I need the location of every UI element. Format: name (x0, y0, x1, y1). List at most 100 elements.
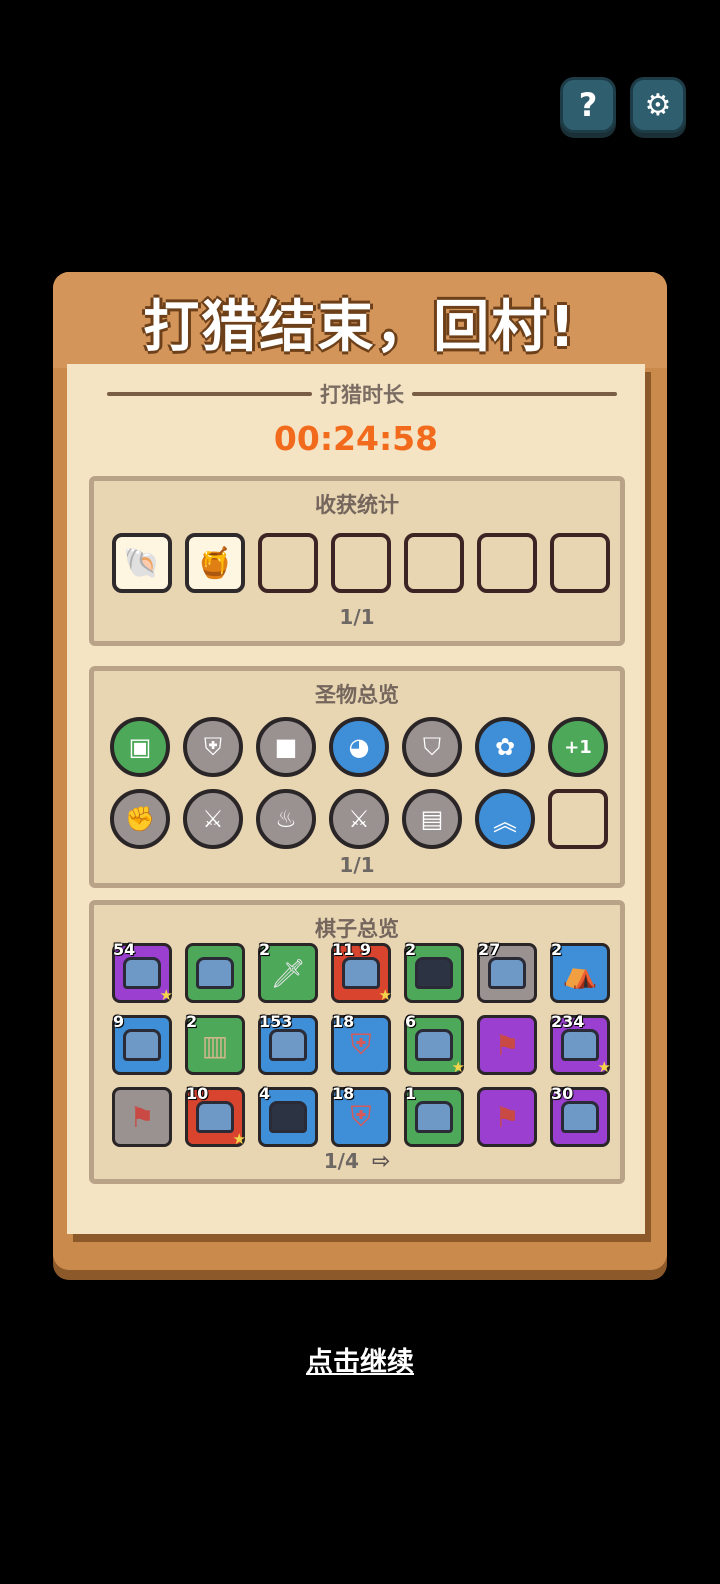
star-icon: ★ (451, 1058, 465, 1076)
unit-icon (196, 1101, 234, 1133)
harvest-slot (404, 533, 464, 593)
ghost-relic-icon[interactable]: ◕ (329, 717, 389, 777)
chess-piece-card[interactable]: 234 ★ (550, 1012, 611, 1076)
divider-left (107, 392, 312, 396)
chess-piece-card[interactable]: 2 (404, 940, 464, 1003)
chevron-up-relic-icon[interactable]: ︽ (475, 789, 535, 849)
chess-piece-card[interactable]: 54 ★ (112, 940, 173, 1004)
chess-piece-card[interactable]: 153 (258, 1012, 318, 1075)
flame-relic-icon[interactable]: ♨ (256, 789, 316, 849)
ninja-unit-icon (269, 1101, 307, 1133)
pieces-pager: 1/4 ⇨ (94, 1149, 620, 1174)
hunt-duration-label: 打猎时长 (320, 383, 404, 407)
star-icon: ★ (159, 986, 173, 1004)
chess-piece-card[interactable]: ⚑ (477, 1087, 537, 1147)
piece-count-badge: 2 (551, 940, 563, 959)
harvest-pager: 1/1 (339, 605, 375, 629)
unit-icon (415, 1101, 453, 1133)
settings-button[interactable]: ⚙ (630, 77, 686, 133)
hunt-duration-value: 00:24:58 (273, 419, 439, 458)
chess-piece-card[interactable]: ⚑ (477, 1015, 537, 1075)
relics-pager: 1/1 (339, 853, 375, 877)
piece-count-badge: 18 (332, 1084, 355, 1103)
chess-piece-card[interactable]: 🗡 2 (258, 940, 318, 1003)
fire-sword-relic-icon[interactable]: ⚔ (183, 789, 243, 849)
hunt-duration-row: 打猎时长 (107, 379, 617, 409)
unit-icon (123, 957, 161, 989)
chess-piece-card[interactable]: 11 9 ★ (331, 940, 392, 1004)
flag-icon: ⚑ (129, 1100, 155, 1134)
star-icon: ★ (232, 1130, 246, 1148)
machine-relic-icon[interactable]: ▤ (402, 789, 462, 849)
sword-relic-icon[interactable]: ⚔ (329, 789, 389, 849)
relics-section: 圣物总览 ▣ ⛨ ■ ◕ ⛉ ✿ +1 ✊ ⚔ ♨ ⚔ ▤ ︽ 1/1 (89, 666, 625, 888)
star-icon: ★ (378, 986, 392, 1004)
fist-relic-icon[interactable]: ✊ (110, 789, 170, 849)
piece-count-badge: 2 (405, 940, 417, 959)
gear-icon: ⚙ (644, 87, 672, 123)
piece-count-badge: 6 (405, 1012, 417, 1031)
shield-relic-icon[interactable]: ⛨ (183, 717, 243, 777)
tent-icon: ⛺ (562, 956, 598, 990)
next-page-arrow-icon[interactable]: ⇨ (372, 1149, 390, 1174)
chess-piece-card[interactable] (185, 943, 245, 1003)
chess-piece-card[interactable]: ⛨ 18 (331, 1084, 391, 1147)
piece-count-badge: 153 (259, 1012, 293, 1031)
relics-grid: ▣ ⛨ ■ ◕ ⛉ ✿ +1 ✊ ⚔ ♨ ⚔ ▤ ︽ (110, 717, 608, 849)
shield-icon: ⛨ (350, 1028, 372, 1061)
chess-piece-card[interactable]: 1 (404, 1084, 464, 1147)
unit-icon (196, 957, 234, 989)
unit-icon (488, 957, 526, 989)
blue-squad-relic-icon[interactable]: ■ (256, 717, 316, 777)
relic-empty-slot (548, 789, 608, 849)
help-button[interactable]: ? (560, 77, 616, 133)
piece-count-badge: 54 (113, 940, 136, 959)
star-icon: ★ (597, 1058, 611, 1076)
unit-icon (561, 1029, 599, 1061)
chess-piece-card[interactable]: 9 (112, 1012, 172, 1075)
gift-relic-icon[interactable]: ✿ (475, 717, 535, 777)
result-board: 打猎结束，回村! 打猎时长 00:24:58 收获统计 🐚 🍯 1/1 圣物总览 … (53, 272, 667, 1270)
plus-one-relic-icon[interactable]: +1 (548, 717, 608, 777)
pieces-grid: 54 ★ 🗡 2 11 9 ★ 2 27 ⛺ 2 9 ▥ 2 153 ⛨ 18 6 ★ ⚑ 234 ★ ⚑ 10 ★ 4 ⛨ 18 1… (112, 940, 611, 1148)
unit-icon (269, 1029, 307, 1061)
divider-right (412, 392, 617, 396)
chess-piece-card[interactable]: ⛺ 2 (550, 940, 610, 1003)
flag-icon: ⚑ (494, 1028, 520, 1062)
honey-jar-icon: 🍯 (196, 545, 234, 581)
piece-count-badge: 18 (332, 1012, 355, 1031)
chess-piece-card[interactable]: ⛨ 18 (331, 1012, 391, 1075)
pieces-pager-text: 1/4 (323, 1149, 359, 1173)
chess-piece-card[interactable]: 4 (258, 1084, 318, 1147)
piece-count-badge: 2 (186, 1012, 198, 1031)
chess-piece-card[interactable]: ▥ 2 (185, 1012, 245, 1075)
chess-piece-card[interactable]: 27 (477, 940, 537, 1003)
chess-piece-card[interactable]: ⚑ (112, 1087, 172, 1147)
chess-piece-card[interactable]: 6 ★ (404, 1012, 465, 1076)
fence-icon: ▥ (201, 1028, 229, 1062)
unit-icon (342, 957, 380, 989)
harvest-slot (331, 533, 391, 593)
piece-count-badge: 234 (551, 1012, 585, 1031)
unit-icon (123, 1029, 161, 1061)
golden-shield-relic-icon[interactable]: ⛉ (402, 717, 462, 777)
flag-icon: ⚑ (494, 1100, 520, 1134)
harvest-slots: 🐚 🍯 (112, 533, 610, 593)
result-paper: 打猎时长 00:24:58 收获统计 🐚 🍯 1/1 圣物总览 ▣ ⛨ ■ ◕ ⛉ ✿ +1 ✊… (67, 364, 645, 1234)
relic-text: +1 (564, 736, 592, 758)
harvest-title: 收获统计 (315, 493, 399, 517)
sword-icon: 🗡 (270, 956, 306, 990)
ninja-unit-icon (415, 957, 453, 989)
chess-piece-card[interactable]: 30 (550, 1084, 610, 1147)
result-title: 打猎结束，回村! (143, 295, 577, 360)
unit-icon (561, 1101, 599, 1133)
pieces-section: 棋子总览 54 ★ 🗡 2 11 9 ★ 2 27 ⛺ 2 9 ▥ 2 153 ⛨ 18 6 ★ ⚑ 234 ★ ⚑ 10 ★… (89, 900, 625, 1184)
harvest-slot[interactable]: 🍯 (185, 533, 245, 593)
green-block-relic-icon[interactable]: ▣ (110, 717, 170, 777)
chess-piece-card[interactable]: 10 ★ (185, 1084, 246, 1148)
pieces-title: 棋子总览 (315, 917, 399, 941)
harvest-slot (477, 533, 537, 593)
continue-button[interactable]: 点击继续 (0, 1340, 720, 1379)
piece-count-badge: 9 (113, 1012, 125, 1031)
harvest-slot[interactable]: 🐚 (112, 533, 172, 593)
